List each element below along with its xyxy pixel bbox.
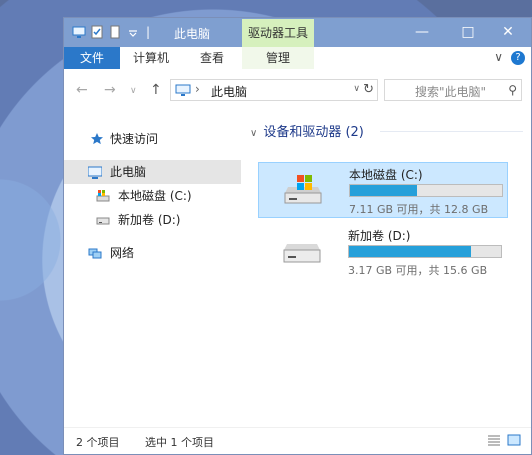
- status-bar: 2 个项目 选中 1 个项目: [64, 427, 531, 454]
- tab-file[interactable]: 文件: [64, 47, 120, 69]
- window-title: 此电脑: [174, 27, 211, 41]
- nav-item-this-pc[interactable]: 此电脑: [64, 160, 241, 184]
- drive-space-info: 3.17 GB 可用，共 15.6 GB: [348, 264, 488, 277]
- minimize-button[interactable]: —: [405, 18, 439, 47]
- title-bar[interactable]: | 此电脑 驱动器工具 — □ ✕: [64, 18, 531, 47]
- drive-icon: [283, 244, 321, 263]
- drive-name: 新加卷 (D:): [348, 229, 411, 243]
- usage-bar: [348, 245, 502, 258]
- usage-bar-fill: [349, 246, 471, 257]
- refresh-icon[interactable]: ↻: [363, 82, 374, 97]
- computer-icon: [72, 26, 86, 38]
- star-icon: [91, 133, 103, 145]
- group-divider: [380, 131, 523, 132]
- nav-item-network[interactable]: 网络: [64, 241, 240, 265]
- explorer-window: | 此电脑 驱动器工具 — □ ✕ 文件 计算机 查看 管理 ∨ ? ← → ∨…: [63, 17, 532, 455]
- nav-item-label: 此电脑: [110, 165, 147, 179]
- system-drive-icon: [284, 175, 322, 204]
- collapse-chevron-icon[interactable]: ∨: [250, 128, 257, 139]
- drive-tile-d[interactable]: 新加卷 (D:) 3.17 GB 可用，共 15.6 GB: [258, 224, 508, 280]
- nav-item-label: 快速访问: [110, 132, 159, 146]
- recent-locations-icon[interactable]: ∨: [130, 86, 137, 96]
- large-icons-view-icon[interactable]: [507, 434, 521, 446]
- drive-space-info: 7.11 GB 可用，共 12.8 GB: [349, 203, 489, 216]
- new-folder-icon[interactable]: [108, 25, 122, 39]
- up-button[interactable]: ↑: [150, 82, 162, 98]
- usage-bar: [349, 184, 503, 197]
- properties-icon[interactable]: [90, 25, 104, 39]
- expand-ribbon-icon[interactable]: ∨: [494, 50, 503, 64]
- nav-item-quick-access[interactable]: 快速访问: [64, 127, 240, 151]
- forward-button[interactable]: →: [104, 82, 116, 98]
- network-icon: [88, 248, 102, 259]
- tab-view[interactable]: 查看: [182, 47, 242, 69]
- back-button[interactable]: ←: [76, 82, 88, 98]
- drive-tile-c[interactable]: 本地磁盘 (C:) 7.11 GB 可用，共 12.8 GB: [258, 162, 508, 218]
- item-count: 2 个项目: [76, 436, 120, 449]
- group-header[interactable]: ∨ 设备和驱动器 (2): [250, 121, 364, 140]
- navigation-bar: ← → ∨ ↑ › 此电脑 ∨ ↻ 搜索"此电脑" ⚲: [64, 69, 531, 111]
- maximize-button[interactable]: □: [451, 18, 485, 47]
- nav-item-label: 本地磁盘 (C:): [118, 189, 192, 203]
- computer-icon: [175, 84, 191, 96]
- group-title: 设备和驱动器 (2): [263, 125, 364, 140]
- nav-item-label: 新加卷 (D:): [118, 213, 181, 227]
- search-icon[interactable]: ⚲: [508, 83, 517, 97]
- quick-access-toolbar: |: [72, 25, 150, 39]
- nav-item-label: 网络: [110, 246, 135, 260]
- selection-count: 选中 1 个项目: [145, 436, 214, 449]
- usage-bar-fill: [350, 185, 417, 196]
- breadcrumb[interactable]: 此电脑: [211, 83, 247, 100]
- help-icon[interactable]: ?: [511, 51, 525, 65]
- search-input[interactable]: 搜索"此电脑" ⚲: [384, 79, 522, 101]
- address-bar[interactable]: › 此电脑 ∨ ↻: [170, 79, 378, 101]
- address-dropdown-icon[interactable]: ∨: [353, 84, 360, 94]
- details-view-icon[interactable]: [487, 434, 501, 446]
- title-separator: |: [146, 25, 151, 39]
- qat-dropdown-icon[interactable]: [126, 25, 140, 39]
- computer-icon: [88, 166, 102, 179]
- ribbon-tabs: 文件 计算机 查看 管理 ∨ ?: [64, 47, 531, 70]
- drive-icon: [96, 217, 110, 225]
- tab-manage[interactable]: 管理: [242, 47, 314, 69]
- breadcrumb-chevron-icon[interactable]: ›: [195, 82, 200, 96]
- nav-item-drive-c[interactable]: 本地磁盘 (C:): [64, 184, 240, 208]
- tab-computer[interactable]: 计算机: [120, 47, 182, 69]
- drive-tools-context-tab[interactable]: 驱动器工具: [242, 19, 314, 47]
- search-placeholder: 搜索"此电脑": [415, 85, 487, 99]
- navigation-pane: 快速访问 此电脑 本地磁盘 (C:) 新加卷 (D:) 网络: [64, 111, 242, 411]
- nav-item-drive-d[interactable]: 新加卷 (D:): [64, 208, 240, 232]
- system-drive-icon: [96, 190, 110, 202]
- content-pane: ∨ 设备和驱动器 (2) 本地磁盘 (C:) 7.11 GB 可用，共 12.8 …: [242, 111, 531, 411]
- close-button[interactable]: ✕: [485, 18, 531, 47]
- drive-name: 本地磁盘 (C:): [349, 168, 423, 182]
